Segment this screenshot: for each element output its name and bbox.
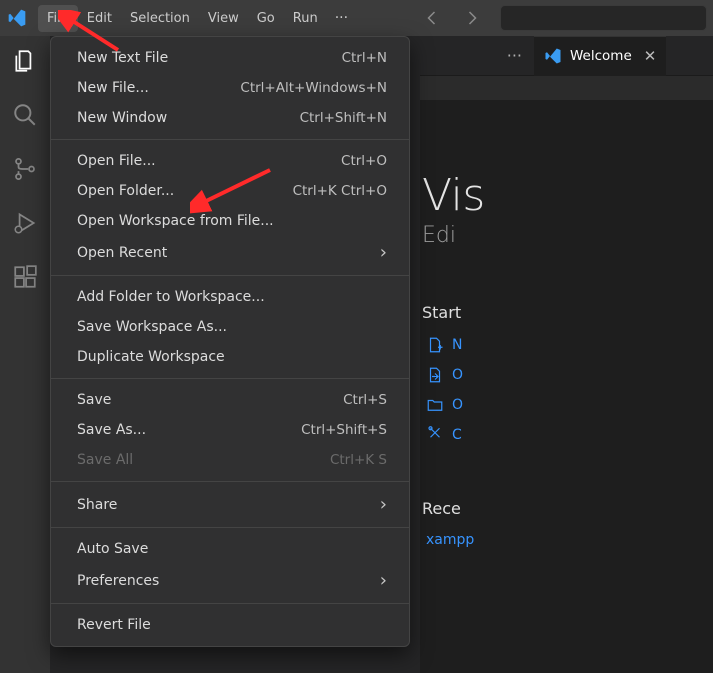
activity-bar	[0, 36, 50, 673]
start-link-new-file[interactable]: N	[426, 336, 713, 354]
menu-duplicate-workspace[interactable]: Duplicate Workspace	[51, 342, 409, 372]
menu-preferences[interactable]: Preferences	[51, 564, 409, 597]
menu-label: Save All	[77, 452, 133, 468]
vscode-tab-icon	[544, 47, 562, 65]
menu-open-file[interactable]: Open File... Ctrl+O	[51, 146, 409, 176]
menu-shortcut: Ctrl+K Ctrl+O	[293, 183, 387, 199]
menu-open-workspace[interactable]: Open Workspace from File...	[51, 206, 409, 236]
menu-separator	[51, 603, 409, 604]
chevron-right-icon	[380, 242, 387, 263]
start-link-label: C	[452, 427, 462, 443]
menu-separator	[51, 139, 409, 140]
menu-label: Open Folder...	[77, 183, 174, 199]
start-link-label: O	[452, 397, 463, 413]
menu-save-workspace-as[interactable]: Save Workspace As...	[51, 312, 409, 342]
welcome-subtitle: Edi	[422, 223, 713, 248]
editor-area: ··· Welcome ✕ Vis Edi Start N	[420, 36, 713, 673]
menu-label: Save Workspace As...	[77, 319, 227, 335]
start-link-clone-repo[interactable]: C	[426, 426, 713, 444]
start-link-open-file[interactable]: O	[426, 366, 713, 384]
menu-overflow-icon[interactable]: ···	[327, 4, 356, 32]
command-center-input[interactable]	[500, 5, 707, 31]
git-clone-icon	[426, 426, 444, 444]
menu-label: New Text File	[77, 50, 168, 66]
menu-open-folder[interactable]: Open Folder... Ctrl+K Ctrl+O	[51, 176, 409, 206]
file-menu-dropdown: New Text File Ctrl+N New File... Ctrl+Al…	[50, 36, 410, 647]
editor-actions-icon[interactable]: ···	[507, 46, 522, 65]
tab-welcome[interactable]: Welcome ✕	[534, 36, 666, 76]
menu-label: Share	[77, 497, 117, 513]
new-file-icon	[426, 336, 444, 354]
nav-forward-icon[interactable]	[462, 9, 480, 27]
menu-save[interactable]: Save Ctrl+S	[51, 385, 409, 415]
menu-separator	[51, 481, 409, 482]
menu-go[interactable]: Go	[248, 5, 284, 32]
menu-new-window[interactable]: New Window Ctrl+Shift+N	[51, 103, 409, 133]
menu-label: Duplicate Workspace	[77, 349, 225, 365]
menu-shortcut: Ctrl+Shift+N	[300, 110, 387, 126]
menu-shortcut: Ctrl+S	[343, 392, 387, 408]
welcome-page: Vis Edi Start N O	[420, 100, 713, 548]
vscode-logo-icon	[6, 7, 28, 29]
menu-shortcut: Ctrl+O	[341, 153, 387, 169]
menu-label: Open Workspace from File...	[77, 213, 274, 229]
start-heading: Start	[422, 303, 713, 322]
explorer-icon[interactable]	[12, 48, 38, 74]
title-bar: File Edit Selection View Go Run ···	[0, 0, 713, 36]
menu-label: New File...	[77, 80, 149, 96]
menu-label: Revert File	[77, 617, 151, 633]
menu-file[interactable]: File	[38, 5, 78, 32]
run-debug-icon[interactable]	[12, 210, 38, 236]
menu-shortcut: Ctrl+Alt+Windows+N	[240, 80, 387, 96]
welcome-title: Vis	[422, 170, 713, 221]
menu-save-all: Save All Ctrl+K S	[51, 445, 409, 475]
menu-add-folder-workspace[interactable]: Add Folder to Workspace...	[51, 282, 409, 312]
chevron-right-icon	[380, 570, 387, 591]
menu-selection[interactable]: Selection	[121, 5, 199, 32]
recent-item[interactable]: xampp	[422, 532, 713, 548]
menu-auto-save[interactable]: Auto Save	[51, 534, 409, 564]
menu-view[interactable]: View	[199, 5, 248, 32]
close-icon[interactable]: ✕	[644, 47, 657, 65]
menu-label: Open Recent	[77, 245, 167, 261]
menu-shortcut: Ctrl+K S	[330, 452, 387, 468]
search-icon[interactable]	[12, 102, 38, 128]
menu-new-file[interactable]: New File... Ctrl+Alt+Windows+N	[51, 73, 409, 103]
menu-separator	[51, 275, 409, 276]
source-control-icon[interactable]	[12, 156, 38, 182]
menu-separator	[51, 527, 409, 528]
nav-back-icon[interactable]	[424, 9, 442, 27]
menu-run[interactable]: Run	[284, 5, 327, 32]
menu-share[interactable]: Share	[51, 488, 409, 521]
nav-arrows	[424, 9, 480, 27]
menu-separator	[51, 378, 409, 379]
recent-heading: Rece	[422, 499, 713, 518]
menu-label: Save	[77, 392, 111, 408]
menu-label: Open File...	[77, 153, 156, 169]
chevron-right-icon	[380, 494, 387, 515]
start-link-label: O	[452, 367, 463, 383]
menu-label: New Window	[77, 110, 167, 126]
menu-shortcut: Ctrl+Shift+S	[301, 422, 387, 438]
menu-save-as[interactable]: Save As... Ctrl+Shift+S	[51, 415, 409, 445]
extensions-icon[interactable]	[12, 264, 38, 290]
menu-label: Preferences	[77, 573, 159, 589]
tab-label: Welcome	[570, 48, 632, 64]
menu-revert-file[interactable]: Revert File	[51, 610, 409, 640]
menu-edit[interactable]: Edit	[78, 5, 121, 32]
tab-bar: ··· Welcome ✕	[420, 36, 713, 76]
menubar: File Edit Selection View Go Run ···	[38, 4, 356, 32]
menu-open-recent[interactable]: Open Recent	[51, 236, 409, 269]
menu-shortcut: Ctrl+N	[342, 50, 387, 66]
start-link-label: N	[452, 337, 462, 353]
menu-label: Add Folder to Workspace...	[77, 289, 265, 305]
folder-open-icon	[426, 396, 444, 414]
open-file-icon	[426, 366, 444, 384]
menu-label: Save As...	[77, 422, 146, 438]
start-link-open-folder[interactable]: O	[426, 396, 713, 414]
breadcrumb-bar	[420, 76, 713, 100]
menu-new-text-file[interactable]: New Text File Ctrl+N	[51, 43, 409, 73]
menu-label: Auto Save	[77, 541, 148, 557]
